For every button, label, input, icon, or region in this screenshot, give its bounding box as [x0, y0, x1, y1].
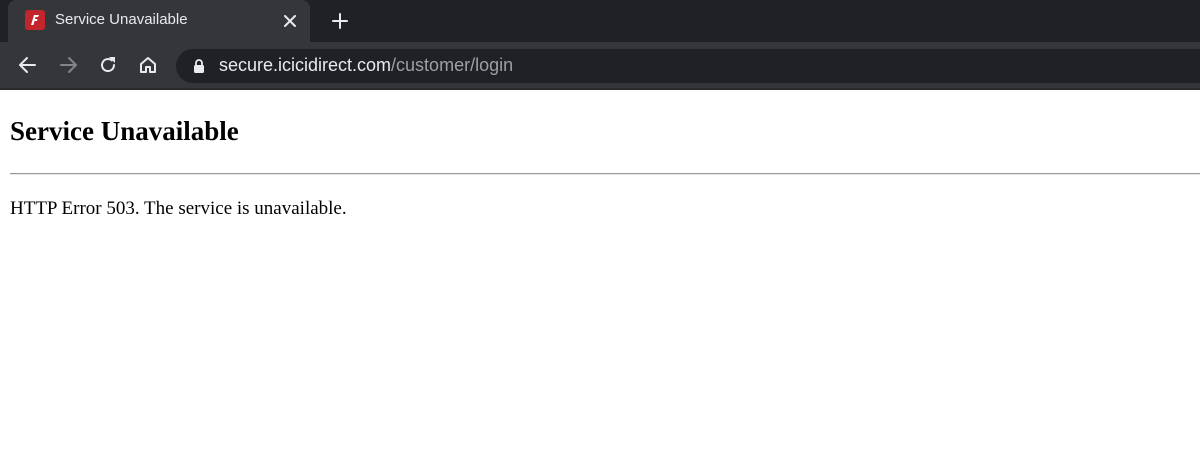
- icicidirect-logo-icon: [25, 10, 45, 30]
- home-icon[interactable]: [136, 53, 160, 77]
- active-tab[interactable]: Service Unavailable: [8, 0, 310, 42]
- back-arrow-icon[interactable]: [16, 53, 40, 77]
- url-host: secure.icicidirect.com: [219, 55, 392, 75]
- lock-icon[interactable]: [191, 58, 207, 74]
- page-content: Service Unavailable HTTP Error 503. The …: [0, 90, 1200, 476]
- close-tab-icon[interactable]: [280, 11, 300, 31]
- reload-icon[interactable]: [96, 53, 120, 77]
- tab-strip: Service Unavailable: [0, 0, 1200, 42]
- url-path: /customer/login: [391, 55, 514, 75]
- navigation-toolbar: secure.icicidirect.com/customer/login: [0, 42, 1200, 88]
- address-bar[interactable]: secure.icicidirect.com/customer/login: [176, 49, 1200, 83]
- url-text: secure.icicidirect.com/customer/login: [219, 55, 513, 76]
- error-message: HTTP Error 503. The service is unavailab…: [10, 198, 347, 219]
- horizontal-rule: [10, 173, 1200, 175]
- forward-arrow-icon[interactable]: [56, 53, 80, 77]
- browser-chrome: Service Unavailable secure.icicidirect.c…: [0, 0, 1200, 90]
- tab-title: Service Unavailable: [55, 11, 188, 28]
- new-tab-icon[interactable]: [328, 9, 352, 33]
- page-title: Service Unavailable: [10, 116, 239, 146]
